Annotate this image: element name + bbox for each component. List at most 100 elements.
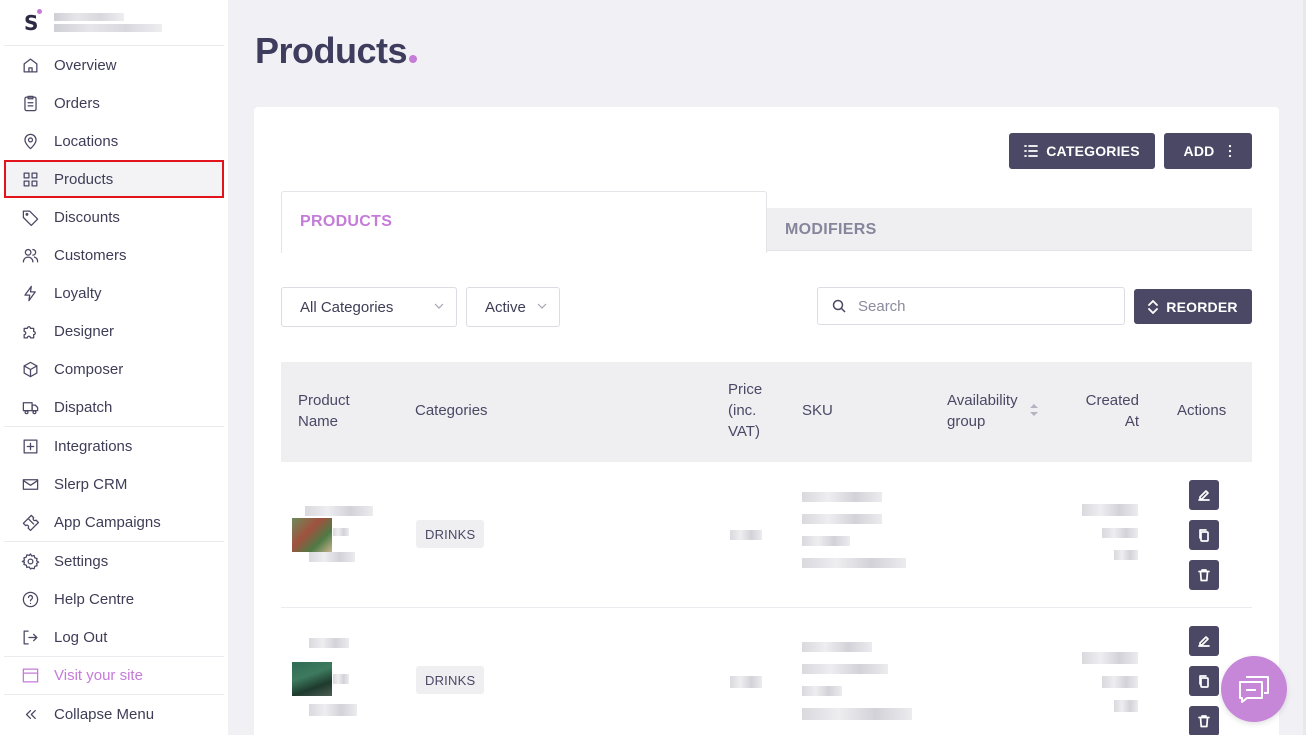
sidebar-item-label: Discounts <box>54 208 120 226</box>
sidebar-item-label: Designer <box>54 322 115 340</box>
nav-group-account: Settings Help Centre Log Out <box>4 542 224 657</box>
created-at-redacted <box>1114 550 1138 560</box>
list-icon <box>1024 145 1039 157</box>
col-availability-group[interactable]: Availability group <box>947 390 1037 432</box>
sidebar-item-help-centre[interactable]: Help Centre <box>4 580 224 618</box>
sidebar-item-label: Slerp CRM <box>54 475 128 493</box>
puzzle-icon <box>20 321 40 341</box>
sort-arrows-icon <box>1148 299 1159 314</box>
edit-button[interactable] <box>1189 480 1219 510</box>
sidebar-item-label: Settings <box>54 552 109 570</box>
sidebar-item-discounts[interactable]: Discounts <box>4 198 224 236</box>
double-chevron-left-icon <box>20 704 40 724</box>
log-out-icon <box>20 627 40 647</box>
search-icon <box>832 299 846 313</box>
sidebar-item-settings[interactable]: Settings <box>4 542 224 580</box>
plus-square-icon <box>20 436 40 456</box>
collapse-menu-button[interactable]: Collapse Menu <box>4 695 224 733</box>
duplicate-button[interactable] <box>1189 666 1219 696</box>
sidebar-item-label: Loyalty <box>54 284 102 302</box>
col-created-at[interactable]: Created At <box>1071 390 1139 432</box>
sidebar-item-locations[interactable]: Locations <box>4 122 224 160</box>
reorder-button-label: REORDER <box>1166 298 1238 315</box>
created-at-redacted <box>1102 528 1138 538</box>
ticket-icon <box>20 512 40 532</box>
tab-products[interactable]: PRODUCTS <box>281 191 767 253</box>
product-name-redacted <box>333 528 349 536</box>
chevron-down-icon <box>537 303 547 309</box>
add-button-label: ADD <box>1183 143 1215 159</box>
sidebar-item-orders[interactable]: Orders <box>4 84 224 122</box>
add-button[interactable]: ADD <box>1164 133 1252 169</box>
brand-logo[interactable]: S <box>24 8 42 35</box>
edit-button[interactable] <box>1189 626 1219 656</box>
table-row: DRINKS <box>281 462 1252 608</box>
sidebar-item-loyalty[interactable]: Loyalty <box>4 274 224 312</box>
sidebar-item-composer[interactable]: Composer <box>4 350 224 388</box>
gear-icon <box>20 551 40 571</box>
trash-icon <box>1198 569 1210 582</box>
category-filter-select[interactable]: All Categories <box>281 287 457 327</box>
copy-icon <box>1199 529 1209 542</box>
delete-button[interactable] <box>1189 706 1219 735</box>
product-name-redacted <box>333 674 349 684</box>
sidebar-item-label: Dispatch <box>54 398 113 416</box>
clipboard-icon <box>20 93 40 113</box>
sku-redacted <box>802 536 850 546</box>
search-input[interactable] <box>858 297 1098 315</box>
status-filter-value: Active <box>485 298 526 316</box>
grid-icon <box>20 169 40 189</box>
col-categories[interactable]: Categories <box>415 400 488 421</box>
col-price[interactable]: Price (inc. VAT) <box>728 379 778 442</box>
sidebar-item-label: Overview <box>54 56 117 74</box>
sort-icon[interactable] <box>1029 403 1039 417</box>
status-filter-select[interactable]: Active <box>466 287 560 327</box>
sidebar-item-dispatch[interactable]: Dispatch <box>4 388 224 426</box>
category-badge: DRINKS <box>416 666 485 694</box>
sidebar-item-customers[interactable]: Customers <box>4 236 224 274</box>
products-table: Product Name Categories Price (inc. VAT)… <box>281 362 1252 735</box>
price-redacted <box>730 530 762 540</box>
col-sku[interactable]: SKU <box>802 400 833 421</box>
map-pin-icon <box>20 131 40 151</box>
sidebar-item-slerp-crm[interactable]: Slerp CRM <box>4 465 224 503</box>
sidebar-item-designer[interactable]: Designer <box>4 312 224 350</box>
page-title: Products <box>255 30 418 72</box>
product-thumbnail[interactable] <box>292 662 332 696</box>
sidebar-item-products[interactable]: Products <box>4 160 224 198</box>
categories-button[interactable]: CATEGORIES <box>1009 133 1155 169</box>
lightning-icon <box>20 283 40 303</box>
sidebar-item-app-campaigns[interactable]: App Campaigns <box>4 503 224 541</box>
product-thumbnail[interactable] <box>292 518 332 552</box>
sidebar-item-label: App Campaigns <box>54 513 161 531</box>
reorder-button[interactable]: REORDER <box>1134 289 1252 324</box>
sku-redacted <box>802 686 842 696</box>
category-badge: DRINKS <box>416 520 485 548</box>
sidebar-item-integrations[interactable]: Integrations <box>4 427 224 465</box>
col-product-name[interactable]: Product Name <box>298 390 368 432</box>
tab-modifiers[interactable]: MODIFIERS <box>767 208 1252 251</box>
search-box <box>817 287 1125 325</box>
visit-site-link[interactable]: Visit your site <box>4 657 224 695</box>
delete-button[interactable] <box>1189 560 1219 590</box>
sidebar-item-label: Log Out <box>54 628 108 646</box>
created-at-redacted <box>1082 652 1138 664</box>
sidebar-item-log-out[interactable]: Log Out <box>4 618 224 656</box>
sidebar-item-label: Products <box>54 170 114 188</box>
sidebar-item-label: Customers <box>54 246 127 264</box>
brand-header: S <box>4 0 224 46</box>
products-card: CATEGORIES ADD PRODUCTS MODIFIERS All Ca… <box>254 107 1279 735</box>
product-name-redacted <box>305 506 373 516</box>
box-icon <box>20 359 40 379</box>
price-redacted <box>730 676 762 688</box>
pencil-icon <box>1198 636 1210 647</box>
col-actions: Actions <box>1177 402 1227 419</box>
sidebar-item-overview[interactable]: Overview <box>4 46 224 84</box>
support-chat-button[interactable] <box>1221 656 1287 722</box>
sku-redacted <box>802 492 882 502</box>
nav-group-main: Overview Orders Locations Products Disco… <box>4 46 224 427</box>
duplicate-button[interactable] <box>1189 520 1219 550</box>
sku-redacted <box>802 558 906 568</box>
visit-site-label: Visit your site <box>54 667 143 684</box>
users-icon <box>20 245 40 265</box>
